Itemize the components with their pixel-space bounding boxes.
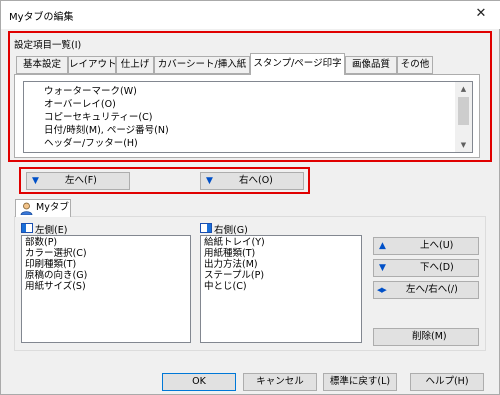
list-item[interactable]: ウォーターマーク(W) <box>44 86 137 97</box>
delete-label: 削除(M) <box>412 331 447 342</box>
tab-image-quality[interactable]: 画像品質 <box>345 56 397 74</box>
list-item[interactable]: 中とじ(C) <box>204 281 247 292</box>
list-item[interactable]: 出力方法(M) <box>204 259 258 270</box>
tab-other[interactable]: その他 <box>397 56 433 74</box>
title-bar: Myタブの編集 ✕ <box>1 1 500 29</box>
right-pane-icon <box>200 223 212 233</box>
settings-tab-panel: ウォーターマーク(W) オーバーレイ(O) コピーセキュリティー(C) 日付/時… <box>14 74 480 158</box>
move-up-button[interactable]: ▲ 上へ(U) <box>373 237 479 255</box>
settings-scrollbar[interactable]: ▲ ▼ <box>455 82 472 152</box>
reset-default-button[interactable]: 標準に戻す(L) <box>323 373 397 391</box>
tab-layout[interactable]: レイアウト <box>68 56 117 74</box>
up-arrow-icon: ▲ <box>379 241 386 251</box>
list-item[interactable]: 日付/時刻(M), ページ番号(N) <box>44 125 169 136</box>
move-right-button[interactable]: ▼ 右へ(O) <box>200 172 304 190</box>
cancel-button[interactable]: キャンセル <box>243 373 317 391</box>
list-item[interactable]: 給紙トレイ(Y) <box>204 237 265 248</box>
ok-button[interactable]: OK <box>162 373 236 391</box>
tab-stamp-page-print[interactable]: スタンプ/ページ印字 <box>250 53 345 75</box>
move-down-label: 下へ(D) <box>420 262 454 273</box>
tab-basic[interactable]: 基本設定 <box>16 56 68 74</box>
left-pane-label: 左側(E) <box>35 225 68 236</box>
scroll-up-icon[interactable]: ▲ <box>455 82 472 96</box>
tab-mytab[interactable]: Myタブ <box>15 199 71 217</box>
down-arrow-icon: ▼ <box>206 176 213 186</box>
list-item[interactable]: カラー選択(C) <box>25 248 87 259</box>
scrollbar-thumb[interactable] <box>458 97 469 125</box>
move-left-label: 左へ(F) <box>65 175 97 186</box>
move-down-button[interactable]: ▼ 下へ(D) <box>373 259 479 277</box>
right-pane-label: 右側(G) <box>214 225 248 236</box>
window-title: Myタブの編集 <box>9 12 74 23</box>
move-left-right-button[interactable]: ◀▶ 左へ/右へ(/) <box>373 281 479 299</box>
left-pane-icon <box>21 223 33 233</box>
settings-list-label: 設定項目一覧(I) <box>14 40 82 51</box>
close-icon[interactable]: ✕ <box>469 4 493 24</box>
tab-finishing[interactable]: 仕上げ <box>116 56 154 74</box>
move-up-label: 上へ(U) <box>420 240 454 251</box>
list-item[interactable]: 部数(P) <box>25 237 57 248</box>
list-item[interactable]: オーバーレイ(O) <box>44 99 116 110</box>
list-item[interactable]: ヘッダー/フッター(H) <box>44 138 138 149</box>
move-left-right-label: 左へ/右へ(/) <box>406 284 458 295</box>
down-arrow-icon: ▼ <box>32 176 39 186</box>
mytab-label: Myタブ <box>36 202 69 213</box>
list-item[interactable]: 用紙サイズ(S) <box>25 281 86 292</box>
list-item[interactable]: コピーセキュリティー(C) <box>44 112 152 123</box>
help-button[interactable]: ヘルプ(H) <box>410 373 484 391</box>
move-right-label: 右へ(O) <box>239 175 273 186</box>
list-item[interactable]: 印刷種類(T) <box>25 259 76 270</box>
person-icon <box>20 202 33 215</box>
list-item[interactable]: 原稿の向き(G) <box>25 270 87 281</box>
list-item[interactable]: 用紙種類(T) <box>204 248 255 259</box>
scroll-down-icon[interactable]: ▼ <box>455 138 472 152</box>
list-item[interactable]: ステープル(P) <box>204 270 264 281</box>
right-pane-listbox[interactable]: 給紙トレイ(Y) 用紙種類(T) 出力方法(M) ステープル(P) 中とじ(C) <box>200 235 362 343</box>
move-left-button[interactable]: ▼ 左へ(F) <box>26 172 130 190</box>
tab-cover-sheet[interactable]: カバーシート/挿入紙 <box>154 56 250 74</box>
delete-button[interactable]: 削除(M) <box>373 328 479 346</box>
dialog-window: Myタブの編集 ✕ 設定項目一覧(I) 基本設定 レイアウト 仕上げ カバーシー… <box>0 0 500 395</box>
left-right-arrow-icon: ◀▶ <box>377 286 387 294</box>
left-pane-listbox[interactable]: 部数(P) カラー選択(C) 印刷種類(T) 原稿の向き(G) 用紙サイズ(S) <box>21 235 191 343</box>
settings-listbox[interactable]: ウォーターマーク(W) オーバーレイ(O) コピーセキュリティー(C) 日付/時… <box>23 81 473 153</box>
down-arrow-icon: ▼ <box>379 263 386 273</box>
